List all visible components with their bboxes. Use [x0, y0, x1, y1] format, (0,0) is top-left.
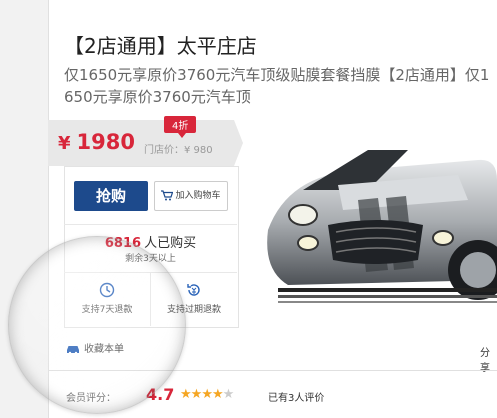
rating-stars: ★★★★★: [180, 387, 235, 402]
guarantee-label: 支持7天退款: [81, 305, 133, 315]
car-illustration: [248, 120, 497, 326]
rating-score: 4.7: [146, 385, 175, 404]
price-value: 1980: [76, 130, 135, 154]
star-icon: ★: [222, 387, 235, 402]
cart-label: 加入购物车: [175, 191, 221, 201]
review-count: 已有3人评价: [268, 393, 325, 404]
clock-icon: [99, 282, 115, 298]
deal-title: 【2店通用】太平庄店: [64, 34, 257, 58]
currency-symbol: ¥: [58, 133, 71, 154]
star-icon: ★: [201, 387, 213, 402]
star-icon: ★: [211, 387, 224, 402]
divider: [64, 224, 237, 225]
guarantee-refund-7day: 支持7天退款: [64, 282, 150, 315]
sold-suffix: 人已购买: [144, 236, 197, 251]
divider: [48, 370, 497, 371]
refund-icon: [187, 284, 200, 296]
current-price: ¥1980: [58, 130, 135, 154]
add-to-cart-button[interactable]: 加入购物车: [154, 181, 228, 211]
original-price: 门店价：¥ 980: [144, 145, 213, 156]
favorite-button[interactable]: 收藏本单: [66, 340, 124, 355]
favorite-label: 收藏本单: [84, 344, 124, 355]
sold-count: 6816 人已购买: [64, 232, 237, 251]
guarantee-label: 支持过期退款: [166, 305, 221, 315]
deal-subtitle: 仅1650元享原价3760元汽车顶级贴膜套餐挡膜【2店通用】仅1650元享原价3…: [64, 66, 490, 106]
star-icon: ★: [180, 387, 192, 402]
guarantee-refund-expired: 支持过期退款: [151, 282, 237, 315]
discount-badge: 4折: [164, 116, 197, 138]
car-icon: [67, 346, 79, 355]
star-icon: ★: [190, 387, 203, 402]
sold-number: 6816: [104, 236, 142, 251]
product-image[interactable]: [248, 120, 497, 326]
time-remaining: 剩余3天以上: [125, 254, 176, 264]
cart-icon: [161, 190, 174, 201]
rating-label: 会员评分：: [66, 393, 116, 404]
buy-button[interactable]: 抢购: [74, 181, 148, 211]
